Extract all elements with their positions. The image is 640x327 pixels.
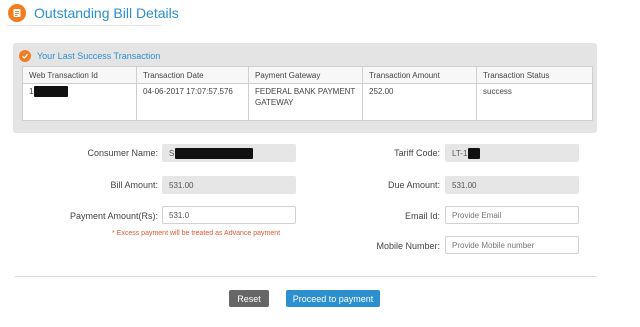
table-header-row: Web Transaction Id Transaction Date Paym… (22, 66, 593, 84)
email-label: Email Id: (404, 211, 440, 221)
transaction-date-cell: 04-06-2017 17:07:57.576 (136, 83, 249, 121)
column-header: Transaction Status (476, 66, 593, 84)
page-title: Outstanding Bill Details (34, 5, 179, 21)
payment-amount-label: Payment Amount(Rs): (69, 211, 158, 221)
payment-gateway-cell: FEDERAL BANK PAYMENT GATEWAY (248, 83, 363, 121)
column-header: Transaction Date (136, 66, 249, 84)
bill-amount-field: 531.00 (162, 176, 296, 194)
consumer-name-field: S (162, 144, 296, 162)
check-icon (19, 50, 31, 62)
tariff-code-field: LT-1 (445, 144, 579, 162)
transaction-table: Web Transaction Id Transaction Date Paym… (22, 66, 593, 121)
transaction-amount-cell: 252.00 (362, 83, 477, 121)
email-input[interactable] (445, 206, 579, 224)
column-header: Transaction Amount (362, 66, 477, 84)
excess-payment-note: * Excess payment will be treated as Adva… (112, 230, 281, 237)
payment-amount-input[interactable] (162, 206, 296, 224)
redaction-mark (468, 147, 481, 159)
redaction-mark (34, 86, 69, 98)
bill-amount-label: Bill Amount: (110, 180, 158, 190)
web-transaction-id-cell: 1 (22, 83, 137, 121)
last-transaction-title: Your Last Success Transaction (37, 51, 161, 61)
table-row: 1 04-06-2017 17:07:57.576 FEDERAL BANK P… (22, 83, 593, 121)
due-amount-label: Due Amount: (387, 180, 440, 190)
mobile-number-input[interactable] (445, 236, 579, 254)
title-divider (6, 25, 162, 26)
column-header: Web Transaction Id (22, 66, 137, 84)
last-transaction-panel: Your Last Success Transaction Web Transa… (13, 43, 597, 133)
proceed-to-payment-button[interactable]: Proceed to payment (286, 290, 380, 307)
page-header: Outstanding Bill Details (8, 2, 179, 24)
tariff-code-label: Tariff Code: (394, 148, 440, 158)
consumer-name-label: Consumer Name: (87, 148, 158, 158)
column-header: Payment Gateway (248, 66, 363, 84)
form-divider (15, 276, 597, 277)
mobile-number-label: Mobile Number: (376, 241, 440, 251)
due-amount-field: 531.00 (445, 176, 579, 194)
reset-button[interactable]: Reset (229, 290, 269, 307)
redaction-mark (175, 147, 254, 159)
bill-icon (8, 4, 26, 22)
last-transaction-header: Your Last Success Transaction (19, 48, 160, 64)
transaction-status-cell: success (476, 83, 593, 121)
